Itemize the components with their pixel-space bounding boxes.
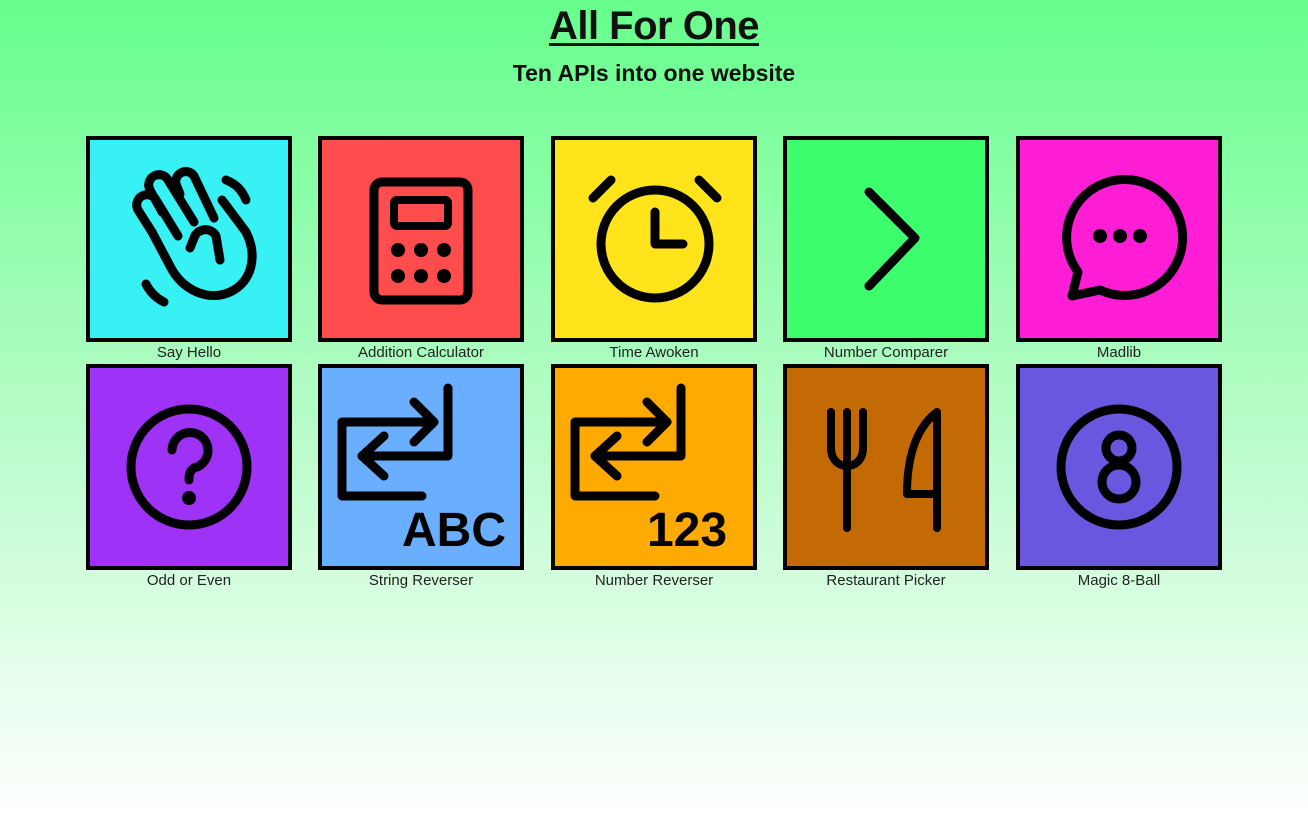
tile-icon-box bbox=[551, 136, 757, 342]
tile-odd-or-even[interactable]: Odd or Even bbox=[73, 364, 305, 590]
api-grid: Say Hello Addition Calculator Time Awoke… bbox=[0, 0, 1308, 816]
tile-icon-box: ABC bbox=[318, 364, 524, 570]
calculator-icon bbox=[369, 177, 473, 305]
chat-bubble-icon bbox=[1062, 174, 1188, 301]
tile-label: Say Hello bbox=[156, 344, 222, 361]
swap-arrows-icon: 123 bbox=[570, 383, 727, 557]
tile-restaurant-picker[interactable]: Restaurant Picker bbox=[770, 364, 1002, 590]
tile-number-reverser[interactable]: 123 Number Reverser bbox=[538, 364, 770, 590]
tile-label: String Reverser bbox=[368, 572, 474, 589]
tile-number-comparer[interactable]: Number Comparer bbox=[770, 136, 1002, 362]
swap-arrows-icon: ABC bbox=[337, 383, 506, 557]
tile-say-hello[interactable]: Say Hello bbox=[73, 136, 305, 362]
tile-label: Addition Calculator bbox=[358, 344, 484, 361]
tile-icon-box bbox=[783, 136, 989, 342]
tile-magic-8-ball[interactable]: Magic 8-Ball bbox=[1003, 364, 1235, 590]
tile-icon-box bbox=[318, 136, 524, 342]
tile-label: Madlib bbox=[1096, 344, 1142, 361]
tile-icon-box: 123 bbox=[551, 364, 757, 570]
eight-ball-icon bbox=[1056, 404, 1182, 530]
tile-label: Number Reverser bbox=[594, 572, 714, 589]
tile-time-awoken[interactable]: Time Awoken bbox=[538, 136, 770, 362]
string-badge: ABC bbox=[402, 504, 506, 557]
tile-label: Time Awoken bbox=[609, 344, 699, 361]
number-badge: 123 bbox=[647, 504, 727, 557]
tile-addition-calculator[interactable]: Addition Calculator bbox=[305, 136, 537, 362]
chevron-right-icon bbox=[864, 187, 920, 291]
fork-knife-icon bbox=[827, 408, 941, 532]
waving-hand-icon bbox=[132, 167, 257, 307]
tile-icon-box bbox=[783, 364, 989, 570]
question-circle-icon bbox=[126, 404, 252, 530]
tile-label: Restaurant Picker bbox=[826, 572, 946, 589]
tile-icon-box bbox=[1016, 136, 1222, 342]
tile-icon-box bbox=[1016, 364, 1222, 570]
tile-icon-box bbox=[86, 136, 292, 342]
tile-label: Magic 8-Ball bbox=[1077, 572, 1161, 589]
alarm-clock-icon bbox=[588, 175, 722, 303]
tile-string-reverser[interactable]: ABC String Reverser bbox=[305, 364, 537, 590]
tile-label: Number Comparer bbox=[823, 344, 949, 361]
tile-label: Odd or Even bbox=[146, 572, 232, 589]
tile-icon-box bbox=[86, 364, 292, 570]
tile-madlib[interactable]: Madlib bbox=[1003, 136, 1235, 362]
